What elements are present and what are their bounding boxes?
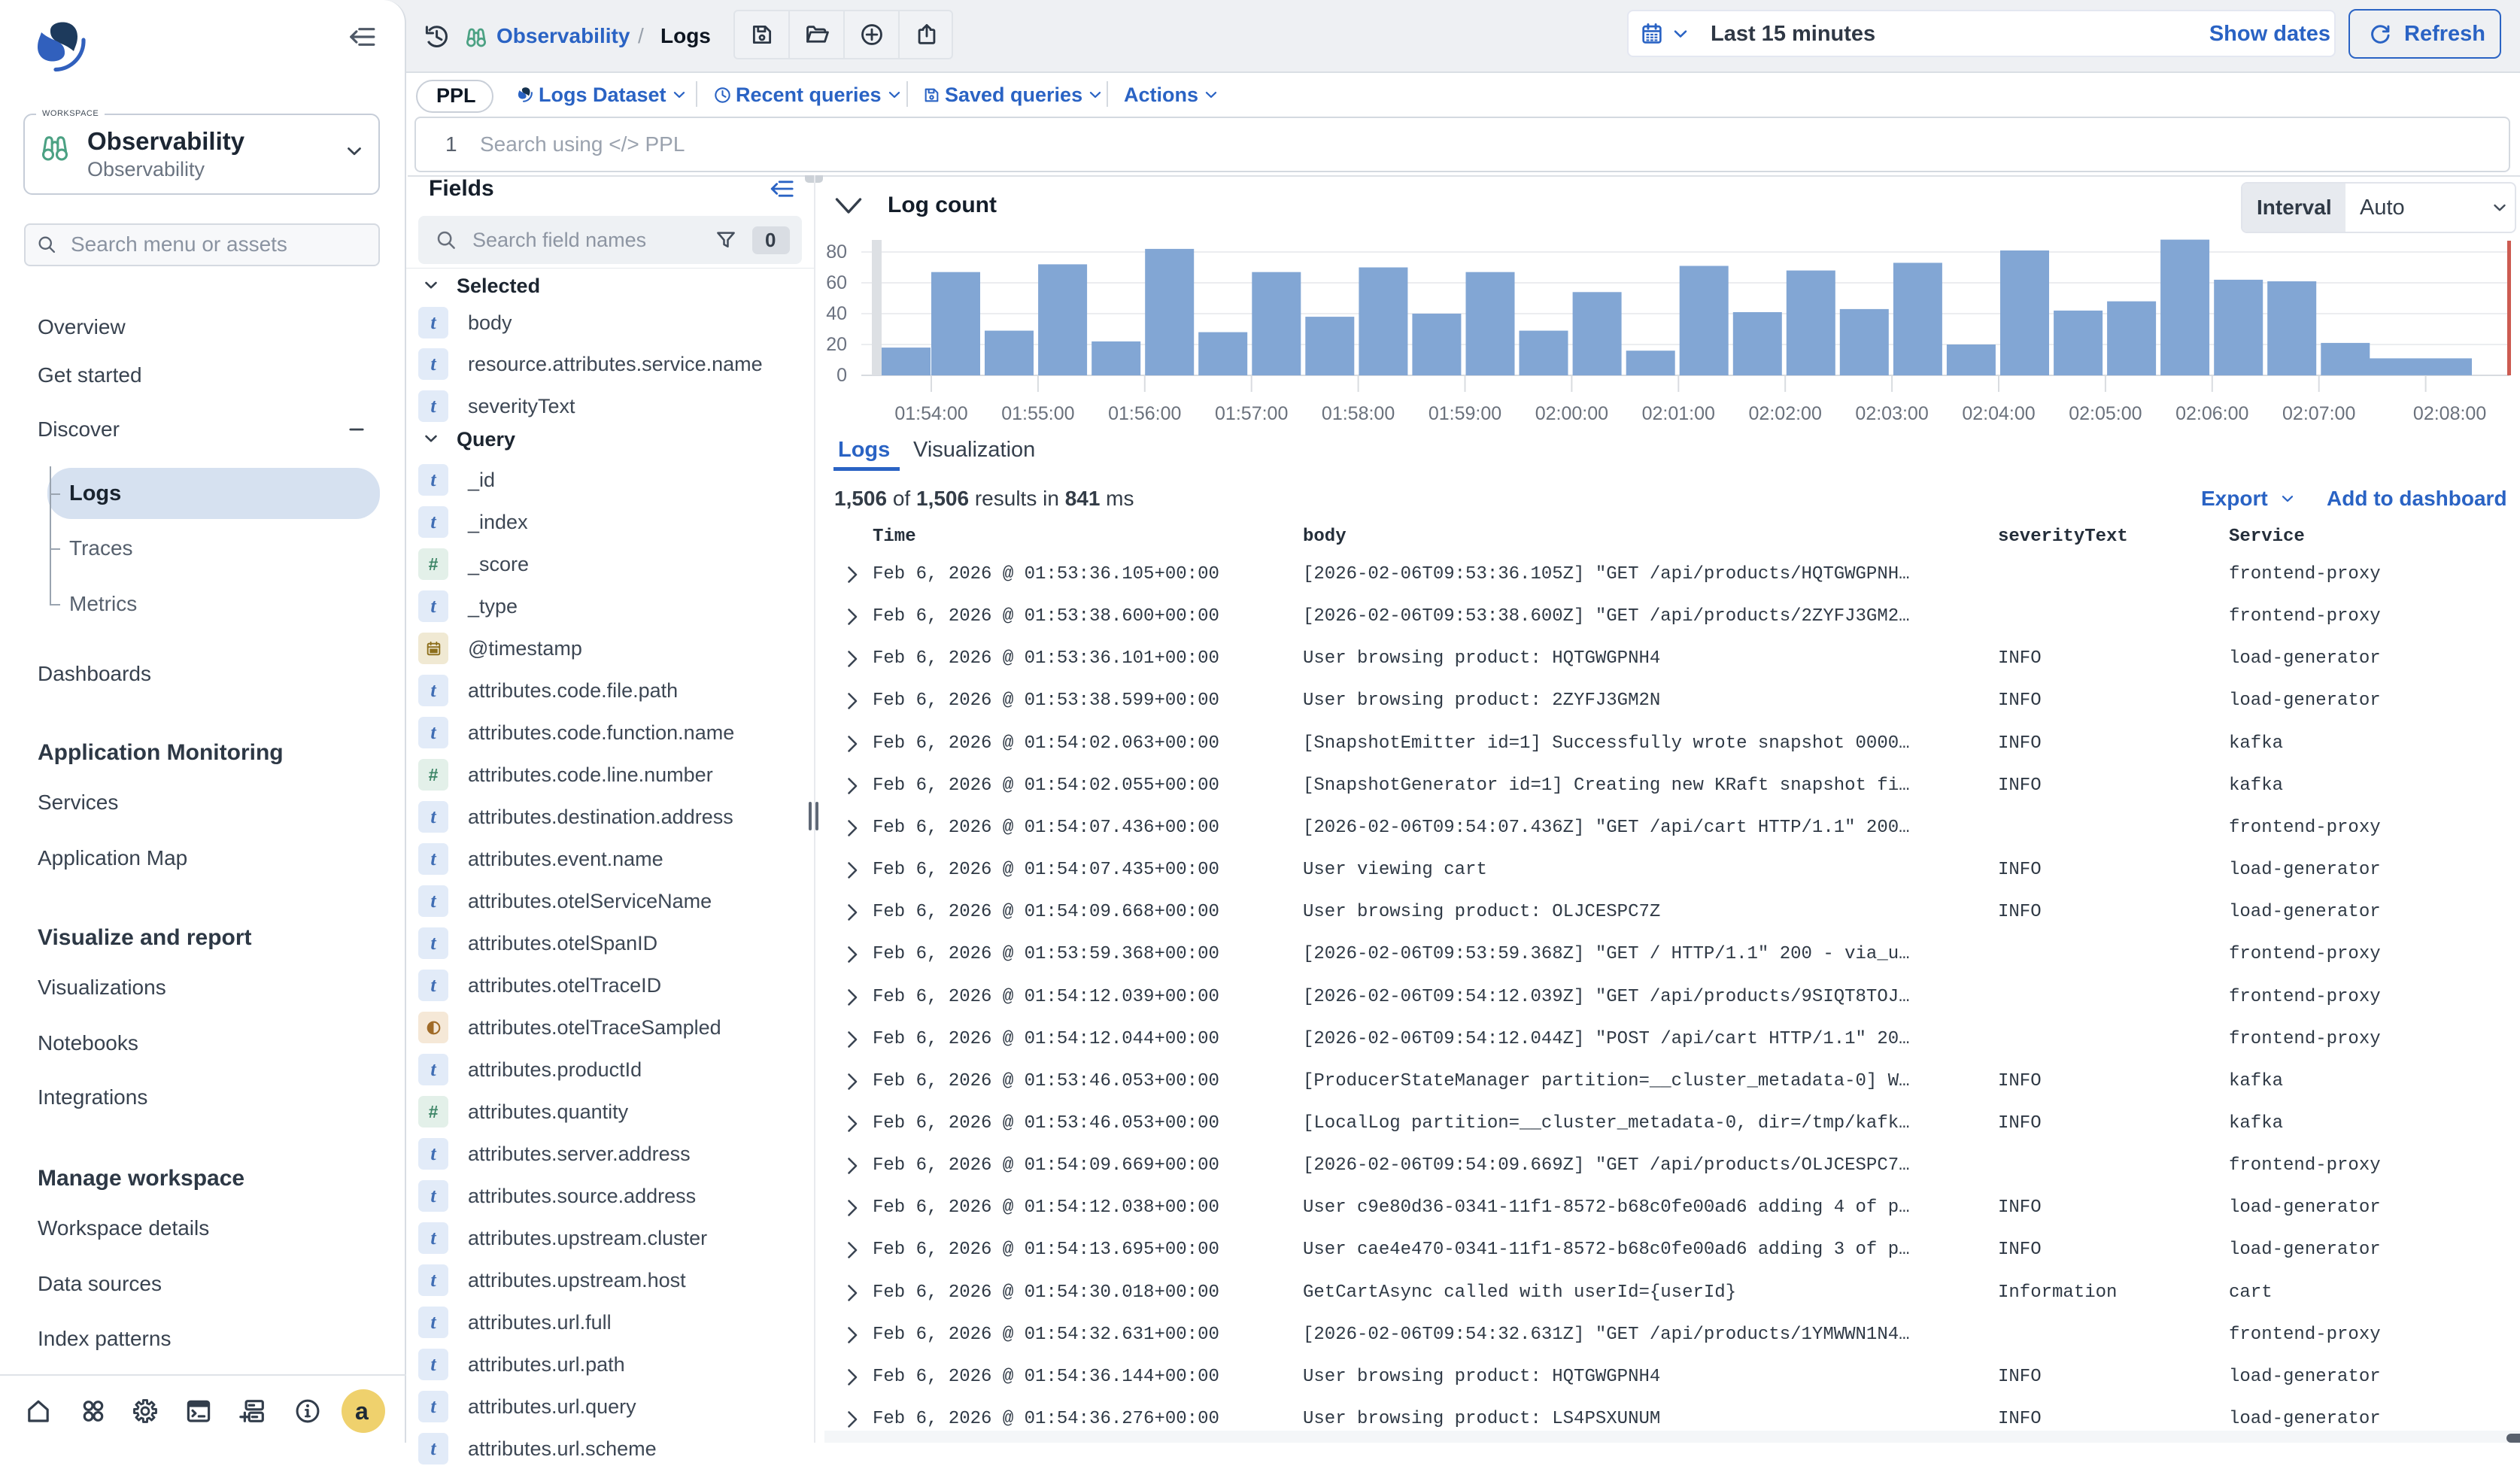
svg-text:01:56:00: 01:56:00 xyxy=(1108,403,1181,424)
svg-text:0: 0 xyxy=(836,365,847,386)
svg-text:01:55:00: 01:55:00 xyxy=(1001,403,1074,424)
svg-text:02:05:00: 02:05:00 xyxy=(2069,403,2142,424)
svg-text:01:59:00: 01:59:00 xyxy=(1429,403,1501,424)
svg-text:02:04:00: 02:04:00 xyxy=(1962,403,2035,424)
svg-text:20: 20 xyxy=(826,334,847,355)
svg-text:02:03:00: 02:03:00 xyxy=(1855,403,1928,424)
svg-text:40: 40 xyxy=(826,303,847,324)
svg-text:60: 60 xyxy=(826,272,847,293)
svg-text:80: 80 xyxy=(826,241,847,263)
svg-text:01:54:00: 01:54:00 xyxy=(894,403,967,424)
svg-text:02:02:00: 02:02:00 xyxy=(1749,403,1822,424)
svg-text:02:08:00: 02:08:00 xyxy=(2413,403,2486,424)
svg-text:01:57:00: 01:57:00 xyxy=(1215,403,1288,424)
svg-text:01:58:00: 01:58:00 xyxy=(1322,403,1395,424)
svg-text:02:00:00: 02:00:00 xyxy=(1535,403,1608,424)
svg-text:02:07:00: 02:07:00 xyxy=(2282,403,2355,424)
svg-text:02:01:00: 02:01:00 xyxy=(1642,403,1715,424)
svg-text:02:06:00: 02:06:00 xyxy=(2175,403,2248,424)
